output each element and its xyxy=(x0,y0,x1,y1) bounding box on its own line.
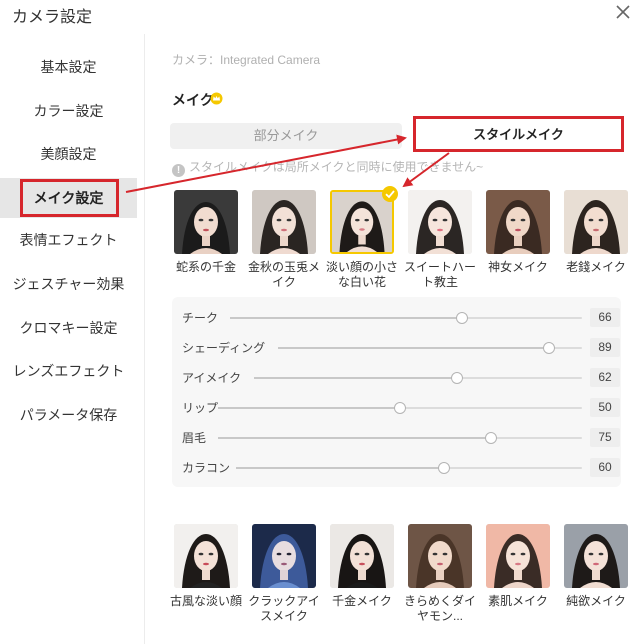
warning-text: スタイルメイクは局所メイクと同時に使用できません~ xyxy=(189,160,484,174)
slider-value[interactable]: 50 xyxy=(590,398,620,417)
style-thumb-image xyxy=(330,524,394,588)
slider-track[interactable] xyxy=(236,462,582,474)
sidebar-item-label: パラメータ保存 xyxy=(19,407,118,423)
slider-value[interactable]: 62 xyxy=(590,368,620,387)
slider-thumb[interactable] xyxy=(451,372,464,384)
style-thumb-caption: スイートハート教主 xyxy=(403,260,476,289)
style-thumb-image xyxy=(174,524,238,588)
slider-fill xyxy=(254,377,458,379)
selected-check-icon xyxy=(382,186,398,202)
sidebar-item-label: カラー設定 xyxy=(33,103,104,119)
style-thumb-image xyxy=(174,190,238,254)
style-thumb-caption: 老錢メイク xyxy=(566,260,626,274)
slider-thumb[interactable] xyxy=(394,402,406,414)
slider-track[interactable] xyxy=(230,312,582,324)
slider-label: 眉毛 xyxy=(182,431,207,445)
sidebar-item-expression[interactable]: 表情エフェクト xyxy=(0,220,137,260)
tab-style-makeup[interactable]: スタイルメイク xyxy=(413,116,624,152)
info-icon: ! xyxy=(172,164,185,177)
style-thumb-caption: 金秋の玉兎メイク xyxy=(247,260,320,289)
slider-label: シェーディング xyxy=(182,341,266,355)
slider-fill xyxy=(218,437,491,439)
slider-value[interactable]: 60 xyxy=(590,458,620,477)
warning-row: ! スタイルメイクは局所メイクと同時に使用できません~ xyxy=(172,158,484,177)
sidebar-item-label: ジェスチャー効果 xyxy=(12,276,125,292)
slider-value[interactable]: 66 xyxy=(590,308,620,327)
slider-track[interactable] xyxy=(218,432,582,444)
slider-track[interactable] xyxy=(218,402,582,414)
slider-fill xyxy=(230,317,463,319)
sidebar-item-label: クロマキー設定 xyxy=(19,320,118,336)
slider-label: チーク xyxy=(182,311,219,325)
slider-thumb[interactable] xyxy=(542,342,555,354)
style-thumb-caption: 蛇系の千金 xyxy=(175,260,236,274)
sidebar-item-label: 基本設定 xyxy=(40,59,97,75)
slider-label: リップ xyxy=(182,401,219,415)
slider-track[interactable] xyxy=(278,342,582,354)
title-bar: カメラ設定 xyxy=(0,0,643,34)
slider-row: チーク 66 xyxy=(172,308,621,328)
style-thumb-image xyxy=(564,524,628,588)
crown-icon xyxy=(210,92,223,105)
camera-label: カメラ：Integrated Camera xyxy=(172,53,321,67)
close-icon xyxy=(616,5,630,19)
tab-partial-makeup[interactable]: 部分メイク xyxy=(170,123,402,149)
style-thumb-image xyxy=(564,190,628,254)
slider-fill xyxy=(278,347,549,349)
slider-row: アイメイク 62 xyxy=(172,368,621,388)
style-thumb-image xyxy=(252,190,316,254)
style-thumb-image xyxy=(408,190,472,254)
style-thumb-image xyxy=(486,190,550,254)
style-thumb-caption: 淡い顔の小さな白い花 xyxy=(325,260,398,289)
slider-row: カラコン 60 xyxy=(172,458,621,478)
sidebar-item-params[interactable]: パラメータ保存 xyxy=(0,395,137,435)
sidebar-item-lens[interactable]: レンズエフェクト xyxy=(0,351,137,391)
sidebar-item-label: レンズエフェクト xyxy=(12,363,125,379)
sidebar-item-color[interactable]: カラー設定 xyxy=(0,91,137,131)
style-thumb-caption: 千金メイク xyxy=(332,594,392,608)
slider-track[interactable] xyxy=(254,372,582,384)
style-thumb-caption: クラックアイスメイク xyxy=(248,594,320,623)
sidebar-item-gesture[interactable]: ジェスチャー効果 xyxy=(0,264,137,304)
slider-thumb[interactable] xyxy=(485,432,497,444)
slider-thumb[interactable] xyxy=(456,312,469,324)
sidebar-item-basic[interactable]: 基本設定 xyxy=(0,47,137,87)
slider-thumb[interactable] xyxy=(437,462,450,474)
slider-row: シェーディング 89 xyxy=(172,338,621,358)
style-thumb-image xyxy=(486,524,550,588)
section-title: メイク xyxy=(172,92,214,108)
main-panel: カメラ：Integrated Camera メイク 部分メイク スタイルメイク … xyxy=(146,34,643,644)
sidebar-item-label: 美顔設定 xyxy=(40,146,97,162)
style-thumb-caption: 素肌メイク xyxy=(488,594,548,608)
window-title: カメラ設定 xyxy=(12,9,93,26)
sidebar-item-label: 表情エフェクト xyxy=(19,232,118,248)
slider-row: リップ 50 xyxy=(172,398,621,418)
close-button[interactable] xyxy=(611,0,635,24)
style-thumb-caption: 純欲メイク xyxy=(566,594,626,608)
style-thumb-caption: 神女メイク xyxy=(488,260,548,274)
slider-fill xyxy=(236,467,444,469)
slider-fill xyxy=(218,407,400,409)
style-thumb-image xyxy=(408,524,472,588)
slider-label: アイメイク xyxy=(182,371,242,385)
sidebar-item-chromakey[interactable]: クロマキー設定 xyxy=(0,308,137,348)
sidebar: 基本設定 カラー設定 美顔設定 メイク設定 表情エフェクト ジェスチャー効果 ク… xyxy=(0,34,145,644)
sidebar-item-label: メイク設定 xyxy=(33,190,104,206)
slider-value[interactable]: 89 xyxy=(590,338,620,357)
style-thumb-image xyxy=(252,524,316,588)
sidebar-item-beauty[interactable]: 美顔設定 xyxy=(0,134,137,174)
style-thumb-caption: きらめくダイヤモン... xyxy=(403,594,476,623)
slider-value[interactable]: 75 xyxy=(590,428,620,447)
slider-row: 眉毛 75 xyxy=(172,428,621,448)
slider-label: カラコン xyxy=(182,461,231,475)
slider-panel: チーク 66 シェーディング 89 アイメイク 62 リップ 50 眉毛 75 カラコン 60 xyxy=(172,297,621,487)
sidebar-item-makeup[interactable]: メイク設定 xyxy=(0,178,137,218)
style-thumb-caption: 古風な淡い顔 xyxy=(169,594,242,608)
